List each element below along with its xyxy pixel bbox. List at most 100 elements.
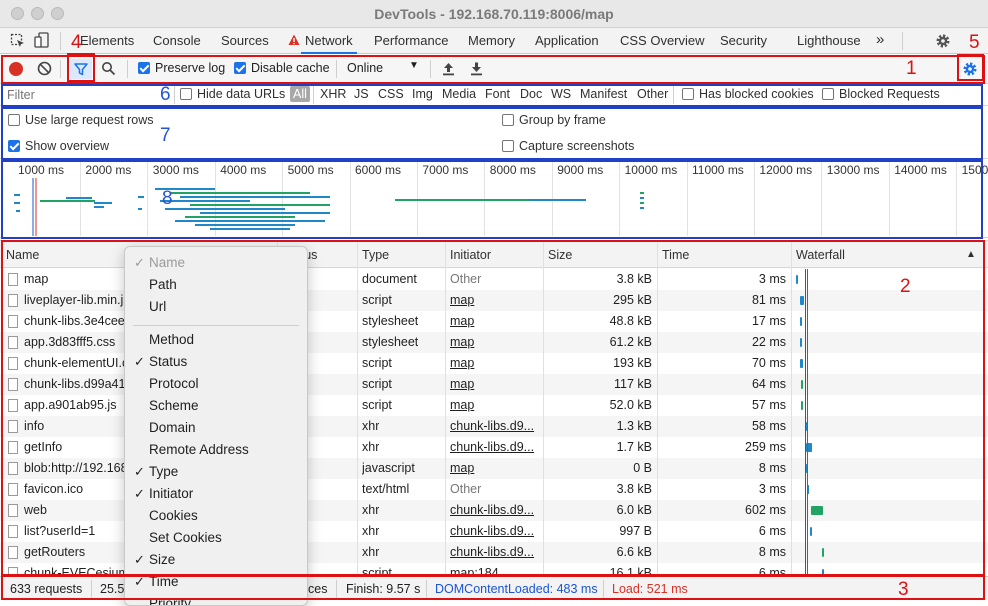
menu-item-domain[interactable]: Domain: [149, 420, 196, 435]
request-type: script: [362, 377, 392, 391]
throttling-select[interactable]: Online ▼: [347, 60, 427, 75]
request-initiator[interactable]: chunk-libs.d9...: [450, 440, 538, 454]
request-initiator[interactable]: map: [450, 461, 538, 475]
warning-icon: [288, 34, 300, 49]
tab-memory[interactable]: Memory: [468, 33, 515, 48]
menu-item-set-cookies[interactable]: Set Cookies: [149, 530, 222, 545]
timeline-tick-label: 2000 ms: [85, 163, 132, 177]
column-header-size[interactable]: Size: [548, 248, 572, 262]
request-initiator[interactable]: map: [450, 335, 538, 349]
menu-item-url[interactable]: Url: [149, 299, 166, 314]
inspect-element-icon[interactable]: [10, 33, 26, 52]
type-filter-img[interactable]: Img: [412, 87, 433, 101]
menu-item-status[interactable]: ✓ Status: [134, 354, 187, 369]
tab-elements[interactable]: Elements: [80, 33, 134, 48]
type-filter-doc[interactable]: Doc: [520, 87, 542, 101]
column-header-type[interactable]: Type: [362, 248, 389, 262]
show-overview-checkbox[interactable]: Show overview: [8, 139, 109, 153]
import-har-icon[interactable]: [442, 61, 455, 79]
request-initiator[interactable]: chunk-libs.d9...: [450, 503, 538, 517]
type-filter-js[interactable]: JS: [354, 87, 369, 101]
preserve-log-checkbox[interactable]: Preserve log: [138, 61, 225, 75]
type-filter-font[interactable]: Font: [485, 87, 510, 101]
column-header-time[interactable]: Time: [662, 248, 689, 262]
device-toolbar-icon[interactable]: [34, 32, 50, 52]
search-icon[interactable]: [101, 61, 116, 79]
menu-item-time[interactable]: ✓ Time: [134, 574, 179, 589]
request-size: 1.7 kB: [616, 440, 652, 454]
request-initiator[interactable]: map: [450, 314, 538, 328]
request-initiator[interactable]: map: [450, 293, 538, 307]
type-filter-manifest[interactable]: Manifest: [580, 87, 627, 101]
request-initiator[interactable]: map: [450, 356, 538, 370]
type-filter-media[interactable]: Media: [442, 87, 476, 101]
request-initiator[interactable]: chunk-libs.d9...: [450, 524, 538, 538]
menu-item-method[interactable]: Method: [149, 332, 194, 347]
overview-timeline[interactable]: 1000 ms 2000 ms 3000 ms 4000 ms 5000 ms 6000 …: [0, 160, 988, 238]
request-size: 1.3 kB: [616, 419, 652, 433]
tab-application[interactable]: Application: [535, 33, 599, 48]
tab-performance[interactable]: Performance: [374, 33, 448, 48]
more-tabs-chevron-icon[interactable]: »: [876, 31, 884, 48]
timeline-tick-label: 15000: [961, 163, 988, 177]
file-icon: [8, 336, 18, 349]
filter-input[interactable]: [2, 85, 172, 104]
tab-sources[interactable]: Sources: [221, 33, 269, 48]
annotation-label-2: 2: [900, 276, 911, 297]
tab-css-overview[interactable]: CSS Overview: [620, 33, 705, 48]
disable-cache-checkbox[interactable]: Disable cache: [234, 61, 330, 75]
request-initiator[interactable]: map: [450, 377, 538, 391]
hide-data-urls-checkbox[interactable]: Hide data URLs: [180, 87, 285, 101]
menu-item-type[interactable]: ✓ Type: [134, 464, 178, 479]
record-button[interactable]: [9, 62, 23, 76]
request-size: 6.0 kB: [616, 503, 652, 517]
type-filter-other[interactable]: Other: [637, 87, 668, 101]
menu-item-path[interactable]: Path: [149, 277, 177, 292]
tab-network[interactable]: Network: [301, 33, 357, 54]
type-filter-all[interactable]: All: [290, 86, 310, 102]
settings-gear-icon[interactable]: [935, 33, 951, 52]
request-time: 6 ms: [758, 566, 786, 576]
menu-item-remote-address[interactable]: Remote Address: [149, 442, 249, 457]
sort-ascending-icon[interactable]: ▲: [966, 249, 976, 260]
has-blocked-cookies-check-icon: [682, 88, 694, 100]
request-initiator[interactable]: map:184: [450, 566, 538, 576]
column-header-waterfall[interactable]: Waterfall: [796, 248, 845, 262]
request-time: 22 ms: [751, 335, 786, 349]
clear-icon[interactable]: [37, 61, 52, 79]
menu-item-priority[interactable]: Priority: [149, 596, 191, 605]
blocked-requests-checkbox[interactable]: Blocked Requests: [822, 87, 940, 101]
annotation-label-3: 3: [898, 579, 909, 600]
tab-console[interactable]: Console: [153, 33, 201, 48]
waterfall-bar: [796, 275, 798, 284]
file-icon: [8, 462, 18, 475]
tab-security[interactable]: Security: [720, 33, 767, 48]
group-by-frame-check-icon: [502, 114, 514, 126]
type-filter-ws[interactable]: WS: [551, 87, 571, 101]
column-header-name[interactable]: Name: [6, 248, 39, 262]
menu-item-initiator[interactable]: ✓ Initiator: [134, 486, 193, 501]
export-har-icon[interactable]: [470, 61, 483, 79]
large-rows-checkbox[interactable]: Use large request rows: [8, 113, 154, 127]
type-filter-css[interactable]: CSS: [378, 87, 404, 101]
filter-bar: Hide data URLs All XHR JS CSS Img Media …: [0, 84, 988, 106]
capture-screenshots-checkbox[interactable]: Capture screenshots: [502, 139, 634, 153]
network-settings-gear-icon[interactable]: [962, 61, 978, 80]
group-by-frame-checkbox[interactable]: Group by frame: [502, 113, 606, 127]
request-initiator[interactable]: chunk-libs.d9...: [450, 419, 538, 433]
menu-item-size[interactable]: ✓ Size: [134, 552, 175, 567]
menu-item-protocol[interactable]: Protocol: [149, 376, 199, 391]
column-header-initiator[interactable]: Initiator: [450, 248, 491, 262]
request-type: xhr: [362, 524, 380, 538]
menu-item-cookies[interactable]: Cookies: [149, 508, 198, 523]
request-initiator[interactable]: chunk-libs.d9...: [450, 545, 538, 559]
request-initiator[interactable]: map: [450, 398, 538, 412]
disable-cache-check-icon: [234, 62, 246, 74]
type-filter-xhr[interactable]: XHR: [320, 87, 346, 101]
dom-content-loaded-marker: [805, 269, 806, 576]
request-type: xhr: [362, 419, 380, 433]
tab-lighthouse[interactable]: Lighthouse: [797, 33, 861, 48]
menu-item-scheme[interactable]: Scheme: [149, 398, 199, 413]
has-blocked-cookies-checkbox[interactable]: Has blocked cookies: [682, 87, 814, 101]
filter-toggle-button[interactable]: [70, 59, 92, 79]
